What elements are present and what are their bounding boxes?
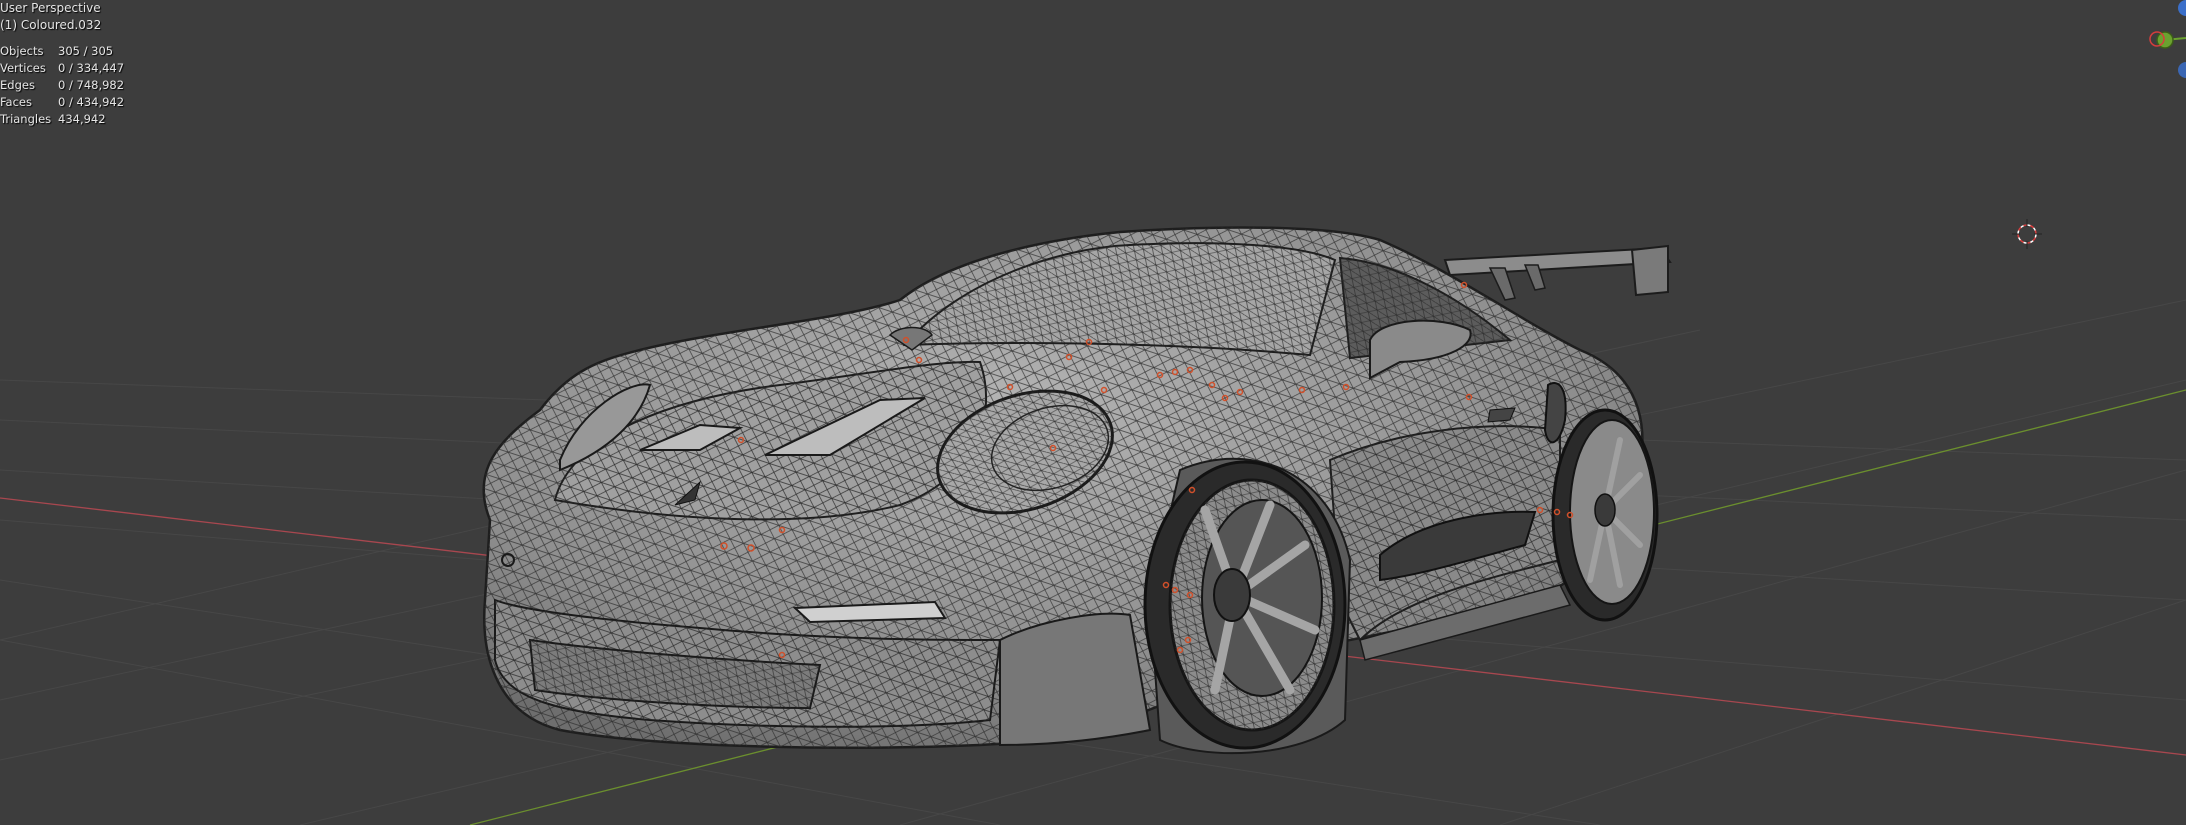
stat-label: Triangles	[0, 112, 52, 126]
front-wheel	[1143, 460, 1347, 750]
stat-value: 0 / 334,447	[58, 61, 125, 75]
stat-label: Vertices	[0, 61, 46, 75]
3d-cursor-icon[interactable]	[2012, 219, 2042, 249]
car-model[interactable]	[482, 226, 1672, 755]
viewport-scene[interactable]	[0, 0, 2186, 825]
stat-objects: Objects 305 / 305	[0, 43, 124, 60]
stat-label: Edges	[0, 78, 35, 92]
stat-faces: Faces 0 / 434,942	[0, 94, 124, 111]
stat-label: Objects	[0, 44, 44, 58]
stat-value: 434,942	[58, 112, 106, 126]
active-object-label: (1) Coloured.032	[0, 18, 102, 32]
stat-edges: Edges 0 / 748,982	[0, 77, 124, 94]
3d-viewport[interactable]: User Perspective (1) Coloured.032 Object…	[0, 0, 2186, 825]
statistics-overlay: Objects 305 / 305 Vertices 0 / 334,447 E…	[0, 43, 124, 128]
axis-gizmo-icon[interactable]	[2149, 0, 2186, 78]
rear-wheel	[1551, 408, 1659, 622]
stat-value: 0 / 434,942	[58, 95, 125, 109]
stat-vertices: Vertices 0 / 334,447	[0, 60, 124, 77]
perspective-label: User Perspective	[0, 1, 101, 15]
viewport-header: User Perspective (1) Coloured.032	[0, 0, 101, 34]
stat-value: 305 / 305	[58, 44, 114, 58]
stat-value: 0 / 748,982	[58, 78, 125, 92]
stat-triangles: Triangles 434,942	[0, 111, 124, 128]
stat-label: Faces	[0, 95, 32, 109]
